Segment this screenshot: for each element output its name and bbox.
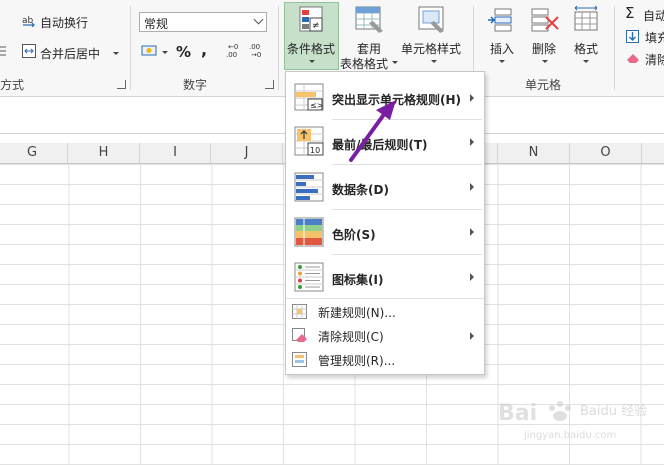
watermark-url: jingyan.baidu.com [524,430,617,441]
baidu-watermark: Bai Baidu 经验 jingyan.baidu.com [484,392,654,452]
watermark-brand: Baidu 经验 [580,404,648,419]
svg-text:Bai: Bai [498,401,537,426]
